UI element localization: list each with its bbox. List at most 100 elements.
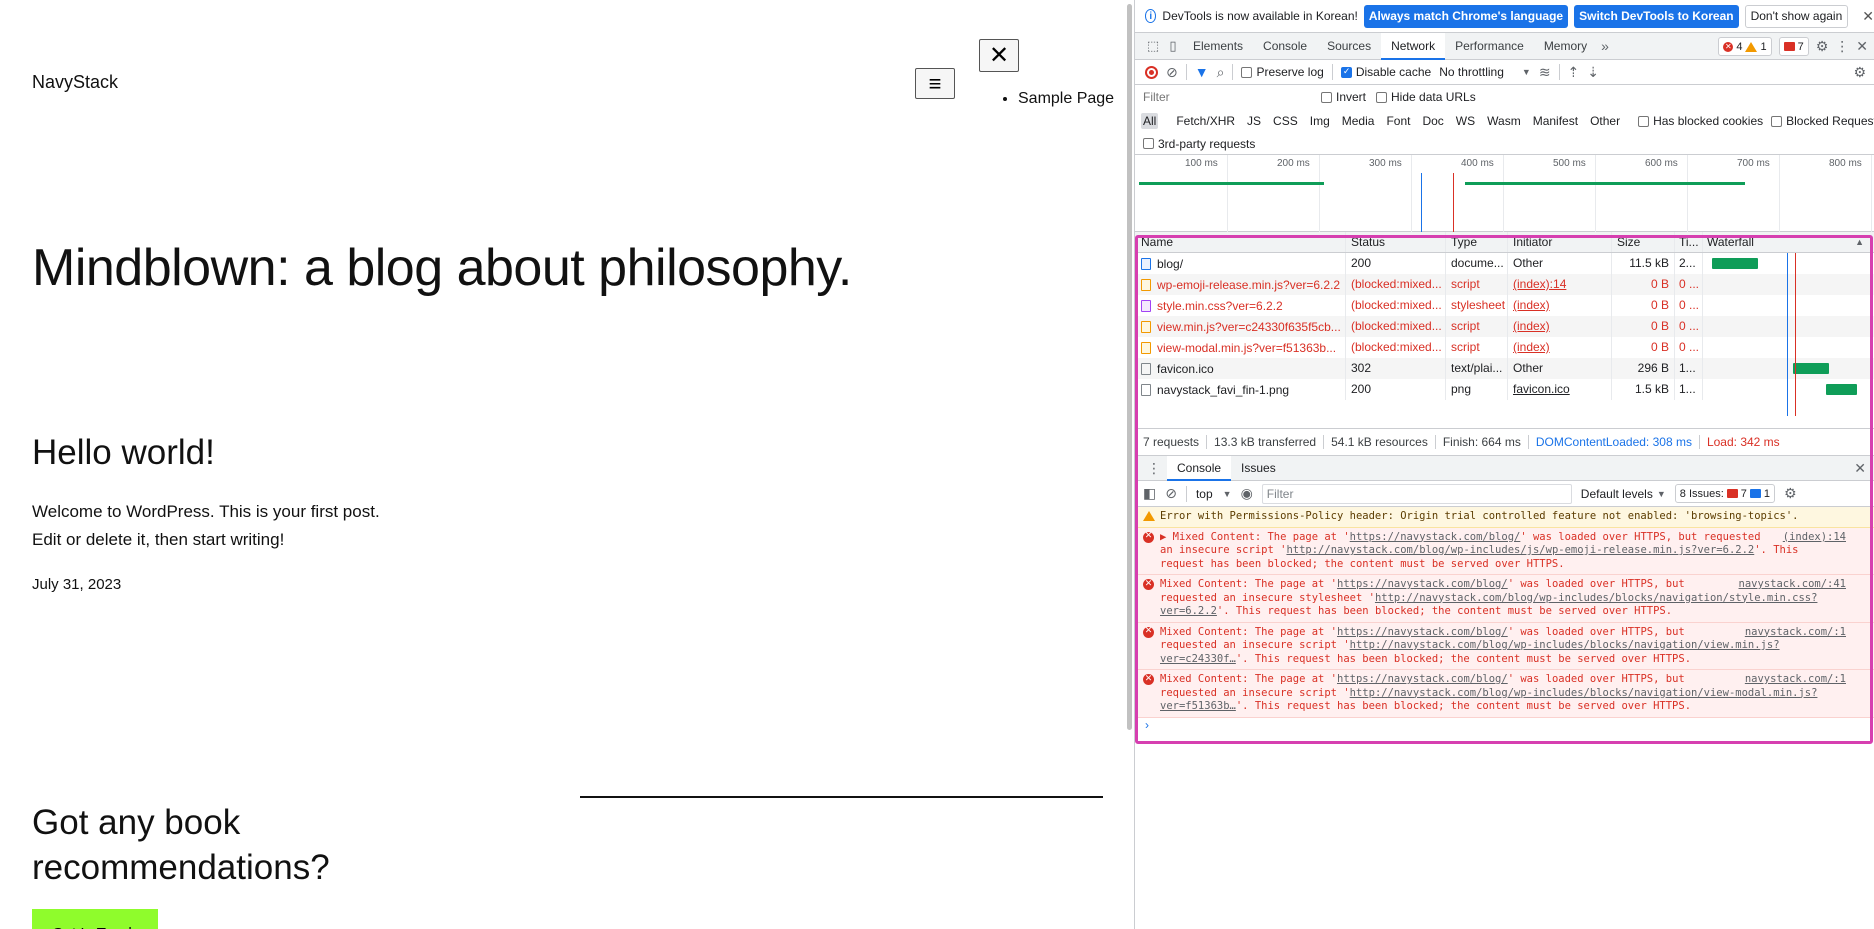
- request-name-cell[interactable]: style.min.css?ver=6.2.2: [1135, 295, 1346, 316]
- page-url-link[interactable]: https://navystack.com/blog/: [1337, 673, 1508, 685]
- column-header-type[interactable]: Type: [1446, 232, 1508, 252]
- page-url-link[interactable]: https://navystack.com/blog/: [1337, 578, 1508, 590]
- table-row[interactable]: view.min.js?ver=c24330f635f5cb... (blocke…: [1135, 316, 1874, 337]
- checkbox-box[interactable]: [1340, 66, 1352, 78]
- nav-item-sample-page[interactable]: Sample Page: [1018, 90, 1114, 108]
- kebab-menu-icon[interactable]: ⋮: [1835, 38, 1849, 55]
- console-error-message[interactable]: ✕ navystack.com/:1 Mixed Content: The page…: [1135, 622, 1874, 670]
- third-party-checkbox[interactable]: 3rd-party requests: [1143, 137, 1255, 151]
- throttling-select[interactable]: No throttling ▼: [1439, 65, 1531, 79]
- post-title[interactable]: Hello world!: [32, 433, 215, 473]
- table-row[interactable]: wp-emoji-release.min.js?ver=6.2.2 (blocke…: [1135, 274, 1874, 295]
- clear-console-icon[interactable]: ⊘: [1165, 485, 1177, 502]
- get-in-touch-button[interactable]: Get In Touch: [32, 909, 158, 929]
- import-har-icon[interactable]: ⇡: [1568, 64, 1580, 81]
- table-row[interactable]: view-modal.min.js?ver=f51363b... (blocked…: [1135, 337, 1874, 358]
- waterfall-bar[interactable]: [1711, 258, 1758, 269]
- console-issues-badge[interactable]: 8 Issues: 7 1: [1674, 484, 1776, 503]
- column-header-status[interactable]: Status: [1346, 232, 1446, 252]
- message-source-link[interactable]: navystack.com/:1: [1745, 626, 1846, 640]
- invert-checkbox[interactable]: Invert: [1321, 90, 1366, 104]
- table-row[interactable]: navystack_favi_fin-1.png 200 png favicon.ic…: [1135, 379, 1874, 400]
- scrollbar-thumb[interactable]: [1127, 4, 1132, 730]
- request-name-cell[interactable]: view.min.js?ver=c24330f635f5cb...: [1135, 316, 1346, 337]
- page-url-link[interactable]: https://navystack.com/blog/: [1350, 531, 1521, 543]
- type-filter-ws[interactable]: WS: [1454, 113, 1477, 129]
- console-prompt[interactable]: ›: [1135, 718, 1874, 734]
- network-overview-timeline[interactable]: 100 ms 200 ms 300 ms 400 ms 500 ms 600 ms 700 …: [1135, 155, 1874, 232]
- tab-sources[interactable]: Sources: [1317, 33, 1381, 60]
- dont-show-again-button[interactable]: Don't show again: [1744, 4, 1849, 28]
- log-levels-select[interactable]: Default levels ▼: [1581, 487, 1666, 501]
- console-filter-input[interactable]: Filter: [1261, 483, 1572, 504]
- network-settings-gear-icon[interactable]: ⚙: [1853, 64, 1866, 81]
- search-icon[interactable]: ⌕: [1217, 64, 1225, 81]
- drawer-menu-icon[interactable]: ⋮: [1141, 460, 1167, 477]
- request-initiator[interactable]: (index):14: [1508, 274, 1612, 295]
- column-header-size[interactable]: Size: [1612, 232, 1675, 252]
- table-row[interactable]: style.min.css?ver=6.2.2 (blocked:mixed...…: [1135, 295, 1874, 316]
- type-filter-manifest[interactable]: Manifest: [1531, 113, 1580, 129]
- type-filter-css[interactable]: CSS: [1271, 113, 1300, 129]
- tab-performance[interactable]: Performance: [1445, 33, 1534, 60]
- hide-data-urls-checkbox[interactable]: Hide data URLs: [1376, 90, 1476, 104]
- type-filter-img[interactable]: Img: [1308, 113, 1332, 129]
- table-row[interactable]: blog/200 docume... Other 11.5 kB 2...: [1135, 253, 1874, 274]
- tab-memory[interactable]: Memory: [1534, 33, 1597, 60]
- close-drawer-icon[interactable]: ✕: [1854, 460, 1866, 477]
- preserve-log-checkbox[interactable]: Preserve log: [1241, 65, 1324, 79]
- record-icon[interactable]: [1145, 65, 1158, 79]
- switch-language-button[interactable]: Switch DevTools to Korean: [1574, 4, 1739, 28]
- post-date[interactable]: July 31, 2023: [32, 576, 121, 593]
- close-devtools-icon[interactable]: ✕: [1856, 38, 1868, 55]
- clear-icon[interactable]: ⊘: [1166, 64, 1178, 81]
- resource-url-link[interactable]: http://navystack.com/blog/wp-includes/js…: [1286, 544, 1754, 556]
- context-select[interactable]: top ▼: [1196, 487, 1232, 501]
- disable-cache-checkbox[interactable]: Disable cache: [1340, 65, 1431, 79]
- errors-warnings-badge[interactable]: ✕ 4 1: [1718, 37, 1772, 56]
- page-url-link[interactable]: https://navystack.com/blog/: [1337, 626, 1508, 638]
- message-source-link[interactable]: navystack.com/:1: [1745, 673, 1846, 687]
- waterfall-bar[interactable]: [1792, 363, 1829, 374]
- checkbox-box[interactable]: [1241, 66, 1253, 78]
- table-row[interactable]: favicon.ico 302 text/plai... Other 296 B 1...: [1135, 358, 1874, 379]
- drawer-tab-issues[interactable]: Issues: [1231, 456, 1286, 481]
- request-initiator[interactable]: (index): [1508, 316, 1612, 337]
- console-sidebar-icon[interactable]: ◧: [1143, 485, 1156, 502]
- type-filter-other[interactable]: Other: [1588, 113, 1622, 129]
- type-filter-doc[interactable]: Doc: [1420, 113, 1445, 129]
- open-menu-button[interactable]: ≡: [915, 68, 955, 99]
- site-title[interactable]: NavyStack: [32, 72, 118, 93]
- column-header-time[interactable]: Ti...: [1675, 232, 1703, 252]
- request-name-cell[interactable]: wp-emoji-release.min.js?ver=6.2.2: [1135, 274, 1346, 295]
- console-settings-gear-icon[interactable]: ⚙: [1784, 485, 1797, 502]
- type-filter-fetch[interactable]: Fetch/XHR: [1174, 113, 1237, 129]
- request-initiator[interactable]: favicon.ico: [1508, 379, 1612, 400]
- console-error-message[interactable]: ✕ navystack.com/:1 Mixed Content: The page…: [1135, 670, 1874, 718]
- checkbox-box[interactable]: [1143, 138, 1154, 149]
- checkbox-box[interactable]: [1376, 91, 1388, 103]
- export-har-icon[interactable]: ⇣: [1587, 64, 1599, 81]
- close-icon[interactable]: ✕: [1862, 8, 1874, 25]
- network-filter-input[interactable]: [1141, 88, 1311, 106]
- live-expression-eye-icon[interactable]: ◉: [1241, 485, 1253, 502]
- tab-console[interactable]: Console: [1253, 33, 1317, 60]
- column-header-initiator[interactable]: Initiator: [1508, 232, 1612, 252]
- tab-network[interactable]: Network: [1381, 32, 1446, 60]
- close-menu-button[interactable]: ✕: [979, 39, 1019, 72]
- type-filter-media[interactable]: Media: [1340, 113, 1377, 129]
- column-header-name[interactable]: Name: [1135, 232, 1346, 252]
- checkbox-box[interactable]: [1321, 91, 1332, 103]
- checkbox-box[interactable]: [1638, 115, 1650, 127]
- network-conditions-icon[interactable]: ≋: [1539, 64, 1551, 81]
- request-initiator[interactable]: (index): [1508, 337, 1612, 358]
- more-tabs-icon[interactable]: »: [1597, 38, 1613, 54]
- always-match-language-button[interactable]: Always match Chrome's language: [1363, 4, 1569, 28]
- waterfall-bar[interactable]: [1825, 384, 1857, 395]
- request-name-cell[interactable]: favicon.ico: [1135, 358, 1346, 379]
- blocked-requests-checkbox[interactable]: Blocked Requests: [1771, 114, 1874, 128]
- request-name-cell[interactable]: navystack_favi_fin-1.png: [1135, 379, 1346, 400]
- page-scrollbar[interactable]: [1124, 0, 1134, 929]
- request-name-cell[interactable]: blog/: [1135, 253, 1346, 274]
- console-error-message[interactable]: ✕ (index):14 ▶ Mixed Content: The page at …: [1135, 527, 1874, 575]
